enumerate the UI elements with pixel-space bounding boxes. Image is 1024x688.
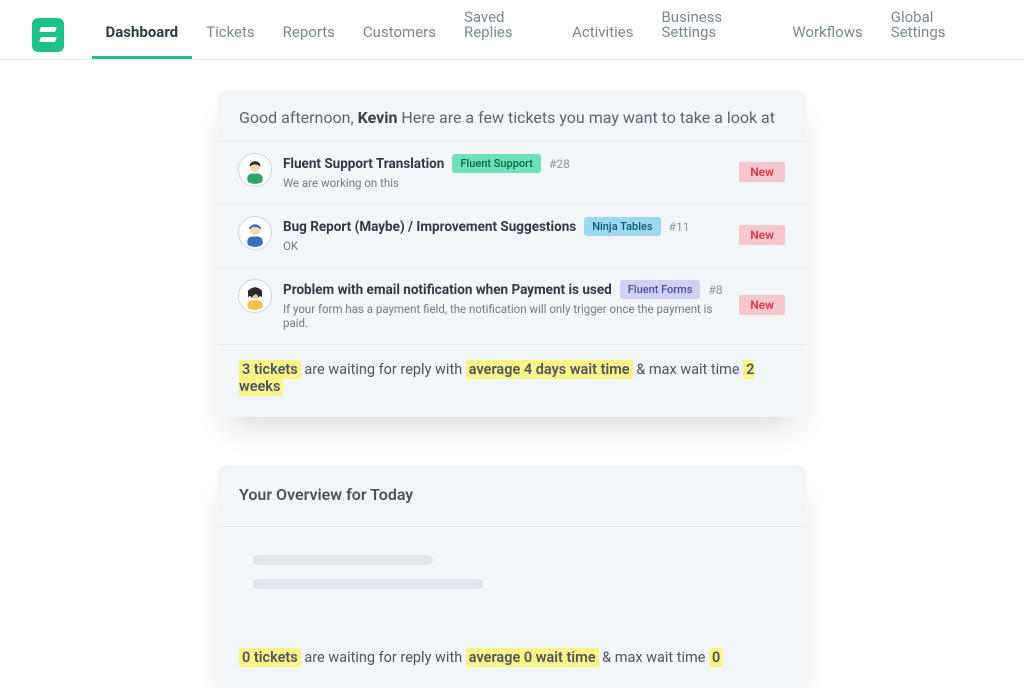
nav-tab-tickets[interactable]: Tickets [192,25,269,59]
ticket-body: Fluent Support Translation Fluent Suppor… [283,154,727,190]
nav-tab-reports[interactable]: Reports [269,25,349,59]
status-badge: New [739,162,785,182]
ticket-number: #11 [669,220,690,234]
ticket-row[interactable]: Bug Report (Maybe) / Improvement Suggest… [217,205,807,268]
summary-text: are waiting for reply with [301,649,466,666]
content-area: Good afternoon, Kevin Here are a few tic… [0,60,1024,688]
nav-tab-dashboard[interactable]: Dashboard [92,25,193,59]
status-badge: New [739,225,785,245]
nav-link-global-settings[interactable]: Global Settings [877,10,992,59]
nav-left-group: Dashboard Tickets Reports Customers [92,10,450,59]
nav-link-business-settings[interactable]: Business Settings [647,10,778,59]
ticket-body: Problem with email notification when Pay… [283,280,727,330]
nav-link-saved-replies[interactable]: Saved Replies [450,10,558,59]
nav-link-workflows[interactable]: Workflows [778,25,876,59]
ticket-body: Bug Report (Maybe) / Improvement Suggest… [283,217,727,253]
skeleton-line [253,579,483,589]
ticket-number: #28 [549,157,570,171]
ticket-subtitle: We are working on this [283,176,727,190]
ticket-tag: Fluent Forms [620,280,701,299]
ticket-subtitle: If your form has a payment field, the no… [283,302,727,330]
avatar [239,154,271,186]
ticket-number: #8 [708,283,722,297]
overview-loading-skeleton [217,527,807,633]
ticket-subtitle: OK [283,239,727,253]
greeting-header: Good afternoon, Kevin Here are a few tic… [217,90,807,142]
overview-title: Your Overview for Today [217,465,807,527]
summary-text: are waiting for reply with [301,361,466,378]
summary-max: 0 [709,648,723,667]
ticket-title: Problem with email notification when Pay… [283,282,612,298]
ticket-row[interactable]: Fluent Support Translation Fluent Suppor… [217,142,807,205]
summary-avg: average 0 wait time [466,648,599,667]
summary-text: & max wait time [599,649,710,666]
nav-right-group: Saved Replies Activities Business Settin… [450,10,992,59]
ticket-title: Fluent Support Translation [283,156,444,172]
nav-link-activities[interactable]: Activities [558,25,647,59]
brand-logo-icon[interactable] [32,18,64,52]
summary-count: 0 tickets [239,648,301,667]
nav-tab-customers[interactable]: Customers [349,25,450,59]
ticket-tag: Fluent Support [452,154,541,173]
status-badge: New [739,295,785,315]
tickets-summary: 3 tickets are waiting for reply with ave… [217,345,807,417]
top-nav: Dashboard Tickets Reports Customers Save… [0,0,1024,60]
tickets-card: Good afternoon, Kevin Here are a few tic… [217,90,807,417]
ticket-title: Bug Report (Maybe) / Improvement Suggest… [283,219,576,235]
greeting-name: Kevin [358,108,398,127]
overview-card: Your Overview for Today 0 tickets are wa… [217,465,807,688]
summary-text: & max wait time [633,361,744,378]
avatar [239,217,271,249]
app-frame: Dashboard Tickets Reports Customers Save… [0,0,1024,668]
avatar [239,280,271,312]
greeting-suffix: Here are a few tickets you may want to t… [397,108,775,127]
greeting-prefix: Good afternoon, [239,108,358,127]
overview-summary: 0 tickets are waiting for reply with ave… [217,633,807,688]
skeleton-line [253,555,433,565]
ticket-row[interactable]: Problem with email notification when Pay… [217,268,807,345]
ticket-tag: Ninja Tables [584,217,660,236]
summary-avg: average 4 days wait time [466,360,633,379]
